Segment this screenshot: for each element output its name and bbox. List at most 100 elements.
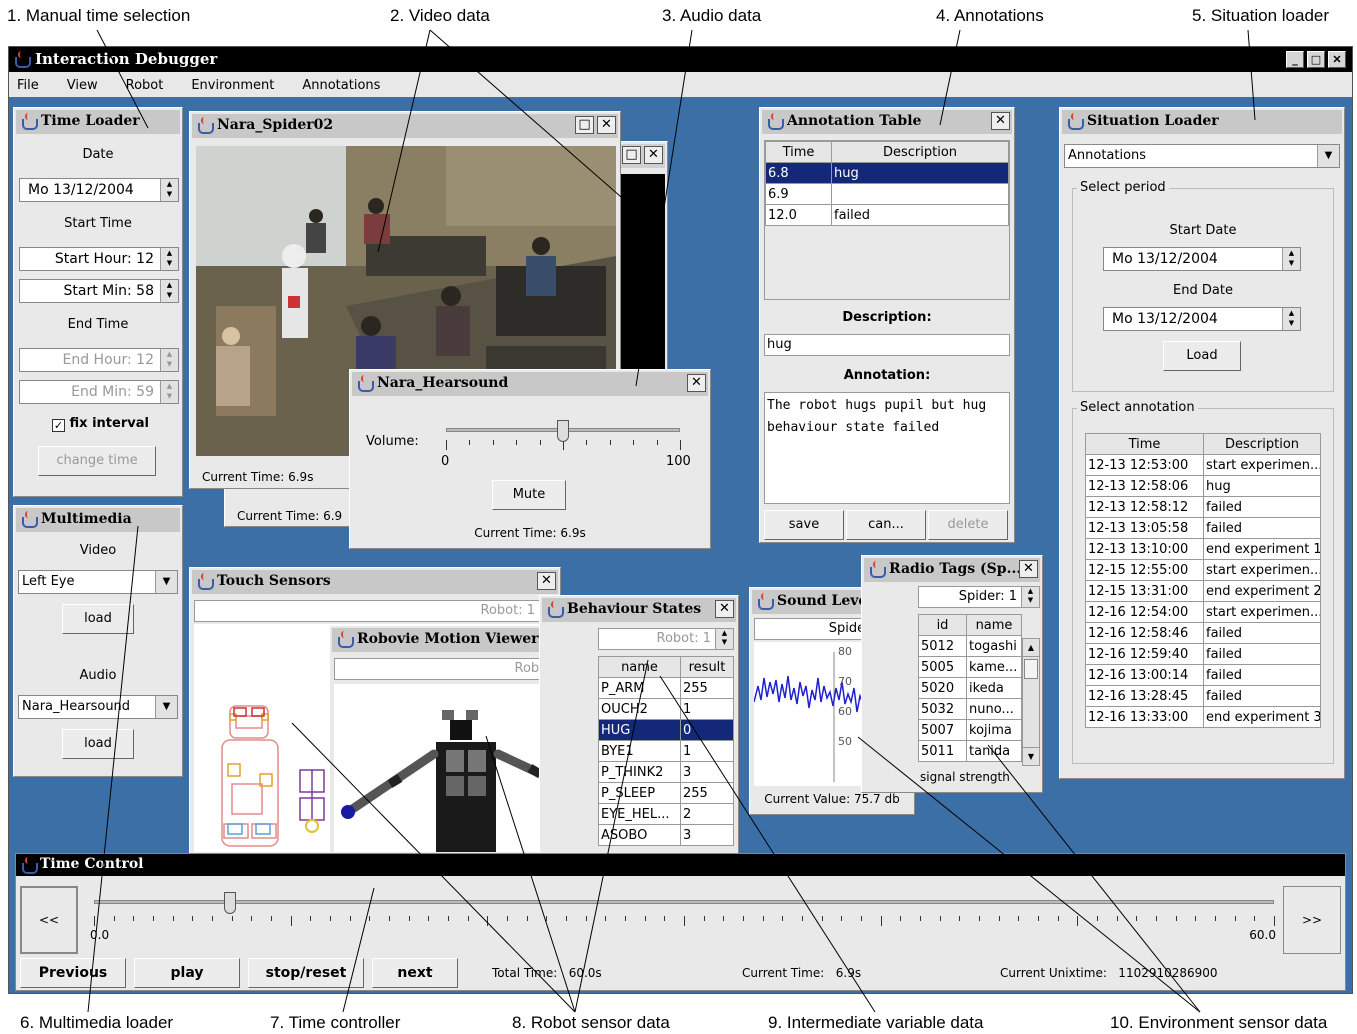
table-row[interactable]: 5012 togashi	[918, 635, 1022, 657]
menu-robot[interactable]: Robot	[126, 72, 178, 97]
touch-robot-field[interactable]: Robot: 1	[194, 600, 556, 622]
load-situation-button[interactable]: Load	[1163, 341, 1241, 371]
stop-reset-button[interactable]: stop/reset	[248, 958, 364, 988]
scroll-up-icon[interactable]: ▲	[1023, 639, 1039, 657]
chevron-down-icon[interactable]: ▼	[155, 571, 177, 593]
table-row[interactable]: 12-16 12:54:00 start experimen...	[1085, 601, 1321, 623]
spinner-arrows-icon[interactable]: ▲▼	[1021, 587, 1039, 607]
radio-scrollbar[interactable]: ▲ ▼	[1022, 638, 1040, 766]
table-row[interactable]: 12-16 12:59:40 failed	[1085, 643, 1321, 665]
audio-select[interactable]: Nara_Hearsound ▼	[18, 695, 178, 719]
scroll-thumb[interactable]	[1024, 659, 1038, 679]
spinner-arrows-icon[interactable]: ▲▼	[715, 629, 733, 649]
table-row[interactable]: 12.0 failed	[765, 204, 1009, 226]
column-header-time[interactable]: Time	[765, 141, 832, 163]
table-row[interactable]: 6.8 hug	[765, 162, 1009, 184]
start-date-spinner[interactable]: Mo 13/12/2004 ▲ ▼	[1103, 247, 1301, 271]
table-row[interactable]: 12-13 12:58:12 failed	[1085, 496, 1321, 518]
close-icon[interactable]: ✕	[715, 600, 734, 618]
cancel-button[interactable]: can...	[846, 510, 926, 540]
menu-annotations[interactable]: Annotations	[302, 72, 394, 97]
table-row[interactable]: 5032 nuno...	[918, 698, 1022, 720]
table-row[interactable]: 5020 ikeda	[918, 677, 1022, 699]
table-row[interactable]: 12-16 12:58:46 failed	[1085, 622, 1321, 644]
table-row[interactable]: 5005 kame...	[918, 656, 1022, 678]
spinner-arrows-icon[interactable]: ▲▼	[1282, 248, 1300, 270]
table-row[interactable]: 12-13 13:05:58 failed	[1085, 517, 1321, 539]
start-hour-spinner[interactable]: Start Hour: 12 ▲ ▼	[19, 247, 179, 271]
description-field[interactable]: hug	[764, 334, 1010, 356]
table-row[interactable]: 6.9	[765, 183, 1009, 205]
next-button[interactable]: next	[372, 958, 458, 988]
end-min-spinner[interactable]: End Min: 59 ▲ ▼	[19, 380, 179, 404]
table-row[interactable]: 12-16 13:33:00 end experiment 3	[1085, 706, 1321, 728]
table-row[interactable]: OUCH2 1	[598, 698, 734, 720]
spinner-arrows-icon[interactable]: ▲▼	[1282, 308, 1300, 330]
time-slider-thumb[interactable]	[223, 892, 236, 914]
scroll-down-icon[interactable]: ▼	[1023, 747, 1039, 765]
table-row[interactable]: 12-13 13:10:00 end experiment 1	[1085, 538, 1321, 560]
column-header-id[interactable]: id	[918, 614, 967, 636]
close-icon[interactable]: ✕	[1328, 51, 1346, 68]
restore-icon[interactable]: □	[622, 146, 641, 164]
menu-file[interactable]: File	[17, 72, 53, 97]
close-icon[interactable]: ✕	[537, 572, 556, 590]
start-min-spinner[interactable]: Start Min: 58 ▲ ▼	[19, 279, 179, 303]
column-header-description[interactable]: Description	[831, 141, 1009, 163]
minimize-icon[interactable]: _	[1286, 51, 1304, 68]
video-select[interactable]: Left Eye ▼	[18, 570, 178, 594]
table-row[interactable]: ASOBO 3	[598, 824, 734, 846]
end-date-spinner[interactable]: Mo 13/12/2004 ▲ ▼	[1103, 307, 1301, 331]
chevron-down-icon[interactable]: ▼	[1317, 145, 1339, 167]
spinner-arrows-icon[interactable]: ▲▼	[160, 280, 178, 302]
table-row[interactable]: BYE1 1	[598, 740, 734, 762]
forward-button[interactable]: >>	[1283, 886, 1341, 954]
column-header-name[interactable]: name	[966, 614, 1022, 636]
delete-button[interactable]: delete	[928, 510, 1008, 540]
table-row[interactable]: 5011 tanida	[918, 740, 1022, 762]
close-icon[interactable]: ✕	[991, 112, 1010, 130]
column-header-description[interactable]: Description	[1203, 433, 1321, 455]
menu-view[interactable]: View	[67, 72, 112, 97]
column-header-result[interactable]: result	[680, 656, 734, 678]
rewind-button[interactable]: <<	[20, 886, 78, 954]
close-icon[interactable]: ✕	[597, 116, 616, 134]
previous-button[interactable]: Previous	[20, 958, 126, 988]
volume-slider-thumb[interactable]	[557, 420, 569, 442]
volume-slider[interactable]	[446, 420, 681, 454]
table-row[interactable]: 12-13 12:58:06 hug	[1085, 475, 1321, 497]
table-row[interactable]: P_SLEEP 255	[598, 782, 734, 804]
situation-source-select[interactable]: Annotations ▼	[1064, 144, 1340, 168]
menu-environment[interactable]: Environment	[191, 72, 288, 97]
close-icon[interactable]: ✕	[687, 374, 706, 392]
table-row[interactable]: P_ARM 255	[598, 677, 734, 699]
chevron-down-icon[interactable]: ▼	[155, 696, 177, 718]
table-row[interactable]: 12-16 13:28:45 failed	[1085, 685, 1321, 707]
save-button[interactable]: save	[764, 510, 844, 540]
spinner-arrows-icon[interactable]: ▲▼	[160, 248, 178, 270]
end-hour-spinner[interactable]: End Hour: 12 ▲ ▼	[19, 348, 179, 372]
table-row[interactable]: 5007 kojima	[918, 719, 1022, 741]
column-header-name[interactable]: name	[598, 656, 681, 678]
close-icon[interactable]: ✕	[644, 146, 663, 164]
play-button[interactable]: play	[134, 958, 240, 988]
spinner-arrows-icon[interactable]: ▲▼	[160, 381, 178, 403]
restore-icon[interactable]: □	[575, 116, 594, 134]
spinner-arrows-icon[interactable]: ▲▼	[160, 349, 178, 371]
fix-interval-checkbox[interactable]: ✓ fix interval	[52, 416, 149, 432]
table-row[interactable]: HUG 0	[598, 719, 734, 741]
radio-spider-field[interactable]: Spider: 1 ▲ ▼	[918, 586, 1040, 608]
change-time-button[interactable]: change time	[38, 446, 156, 476]
table-row[interactable]: EYE_HEL... 2	[598, 803, 734, 825]
table-row[interactable]: 12-15 13:31:00 end experiment 2	[1085, 580, 1321, 602]
spinner-arrows-icon[interactable]: ▲▼	[160, 179, 178, 201]
close-icon[interactable]: ✕	[1019, 560, 1038, 578]
time-slider[interactable]: 0.0 60.0	[90, 888, 1276, 942]
date-spinner[interactable]: Mo 13/12/2004 ▲ ▼	[19, 178, 179, 202]
table-row[interactable]: P_THINK2 3	[598, 761, 734, 783]
mute-button[interactable]: Mute	[492, 480, 566, 510]
maximize-icon[interactable]: □	[1307, 51, 1325, 68]
column-header-time[interactable]: Time	[1085, 433, 1204, 455]
load-video-button[interactable]: load	[62, 604, 134, 634]
table-row[interactable]: 12-13 12:53:00 start experimen...	[1085, 454, 1321, 476]
